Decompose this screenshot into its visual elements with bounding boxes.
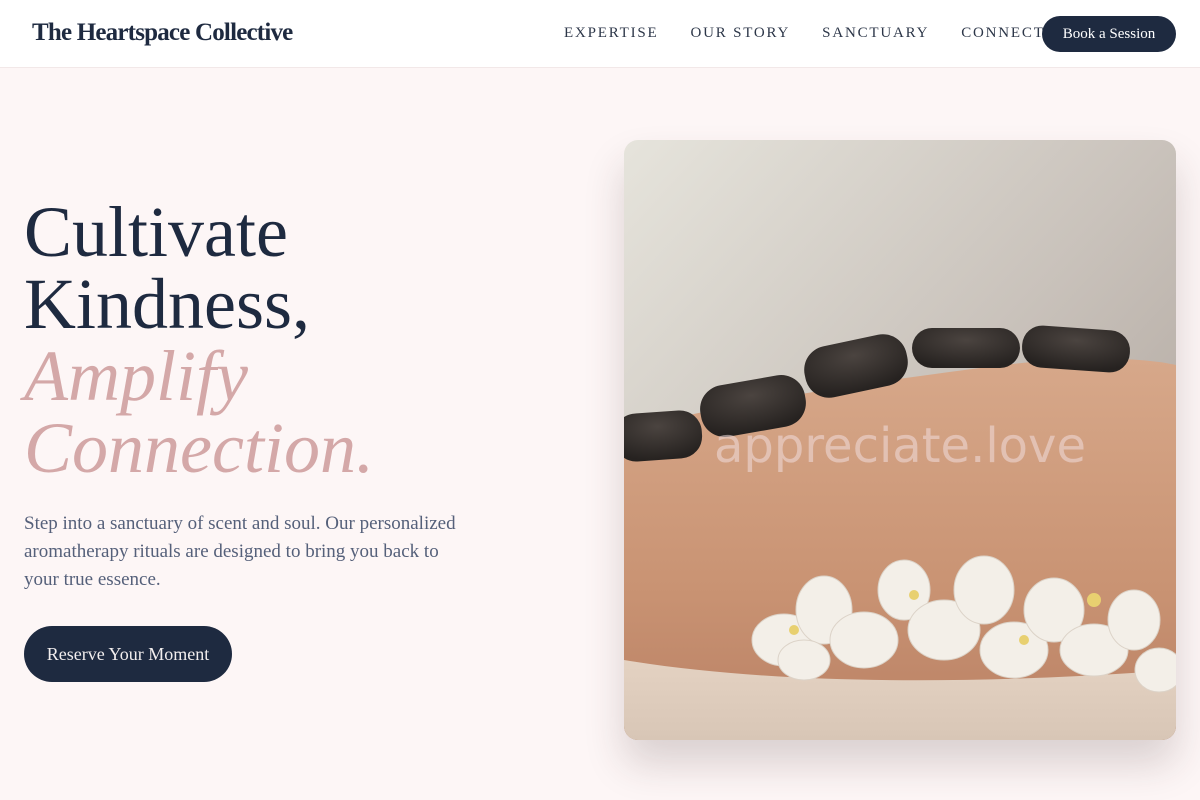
site-header: The Heartspace Collective EXPERTISE OUR …: [0, 0, 1200, 68]
hero-image: appreciate.love: [624, 140, 1176, 740]
brand-logo[interactable]: The Heartspace Collective: [32, 19, 293, 47]
hero-title-line-2: Kindness,: [24, 264, 310, 344]
nav-link-our-story[interactable]: OUR STORY: [690, 25, 790, 42]
hero-title-line-1: Cultivate: [24, 192, 288, 272]
reserve-moment-button[interactable]: Reserve Your Moment: [24, 626, 232, 682]
main-nav: EXPERTISE OUR STORY SANCTUARY CONNECT: [564, 25, 1077, 42]
hero-title-line-3: Amplify: [24, 336, 248, 416]
hero-description: Step into a sanctuary of scent and soul.…: [24, 513, 456, 590]
image-watermark: appreciate.love: [714, 418, 1086, 474]
nav-link-connect[interactable]: CONNECT: [961, 25, 1044, 42]
hero-title-line-4: Connection.: [24, 408, 374, 488]
hero-title: Cultivate Kindness, Amplify Connection.: [24, 196, 374, 484]
nav-link-expertise[interactable]: EXPERTISE: [564, 25, 658, 42]
book-session-button[interactable]: Book a Session: [1042, 16, 1176, 52]
nav-link-sanctuary[interactable]: SANCTUARY: [822, 25, 929, 42]
